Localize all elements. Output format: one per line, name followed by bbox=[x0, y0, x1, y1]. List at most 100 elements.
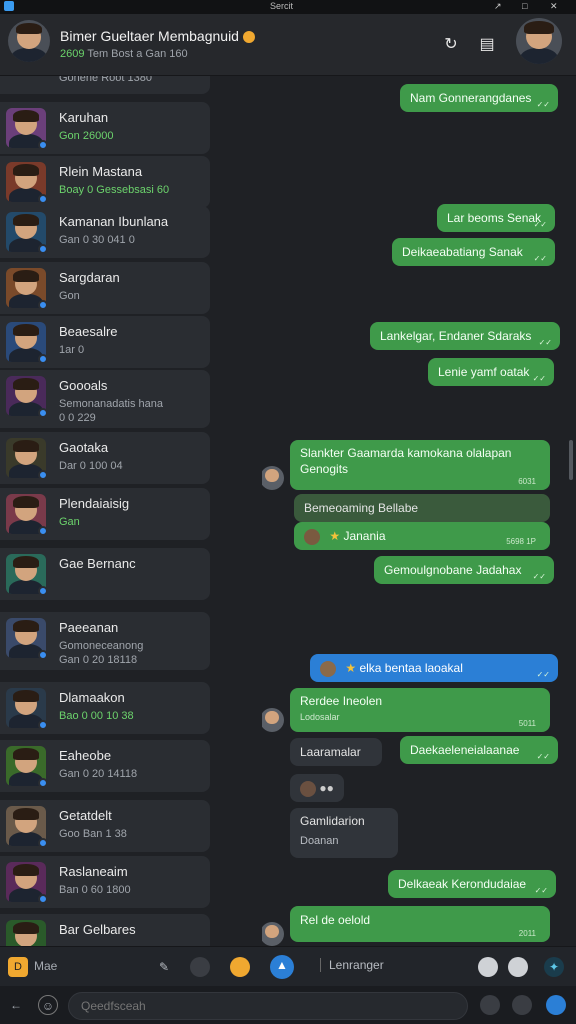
avatar[interactable] bbox=[262, 466, 284, 490]
verified-icon bbox=[38, 526, 48, 536]
list-item[interactable]: Rlein Mastana Boay 0 Gessebsasi 60 bbox=[0, 156, 210, 208]
list-item[interactable]: Eaheobe Gan 0 20 14118 bbox=[0, 740, 210, 792]
contact-preview: Gan 0 30 041 0 bbox=[59, 234, 135, 246]
verified-icon bbox=[38, 408, 48, 418]
contact-preview: Boay 0 Gessebsasi 60 bbox=[59, 184, 170, 196]
contact-preview: Gomoneceanong bbox=[59, 640, 144, 652]
contact-name: Kamanan Ibunlana bbox=[59, 214, 169, 229]
read-tick-icon: ✓✓ bbox=[532, 572, 546, 581]
avatar[interactable] bbox=[262, 708, 284, 732]
contact-name: Eaheobe bbox=[59, 748, 112, 763]
message-bubble[interactable]: Rel de oelold 2011 bbox=[290, 906, 550, 942]
status-title: Sercit bbox=[270, 1, 294, 11]
list-item[interactable]: Dlamaakon Bao 0 00 10 38 bbox=[0, 682, 210, 734]
verified-icon bbox=[38, 300, 48, 310]
list-item[interactable]: Raslaneaim Ban 0 60 1800 bbox=[0, 856, 210, 908]
settings-icon[interactable] bbox=[508, 957, 528, 977]
camera-icon[interactable] bbox=[190, 957, 210, 977]
message-bubble[interactable]: Gemoulgnobane Jadahax ✓✓ bbox=[374, 556, 554, 584]
contact-name: Raslaneaim bbox=[59, 864, 128, 879]
bottom-bar: ← ☺ bbox=[0, 986, 576, 1024]
contact-preview: Ban 0 60 1800 bbox=[59, 884, 131, 896]
list-item[interactable]: Bar Gelbares bbox=[0, 914, 210, 946]
message-bubble[interactable]: Lar beoms Senak ✓✓ bbox=[437, 204, 555, 232]
composer-toolbar: D Mae ✎ ▲ Lenranger ✦ bbox=[0, 946, 576, 986]
contact-name: Gae Bernanc bbox=[59, 556, 136, 571]
message-bubble[interactable]: Slankter Gaamarda kamokana olalapan Geno… bbox=[290, 440, 550, 490]
message-bubble[interactable]: Rerdee Ineolen Lodosalar 5011 bbox=[290, 688, 550, 732]
composer-label: Mae bbox=[34, 959, 58, 973]
bookmark-icon[interactable]: ▤ bbox=[478, 36, 496, 54]
list-item[interactable]: Plendaiaisig Gan bbox=[0, 488, 210, 540]
list-item[interactable]: Gae Bernanc bbox=[0, 548, 210, 600]
reply-quote[interactable]: Bemeoaming Bellabe bbox=[294, 494, 550, 522]
paw-icon: ●● bbox=[319, 781, 334, 795]
close-icon[interactable]: ✕ bbox=[550, 1, 558, 12]
message-bubble[interactable]: Laaramalar bbox=[290, 738, 382, 766]
message-bubble[interactable]: Nam Gonnerangdanes ✓✓ bbox=[400, 84, 558, 112]
message-bubble[interactable]: Daekaeleneialaanae ✓✓ bbox=[400, 736, 558, 764]
contact-preview: Semonanadatis hana bbox=[59, 398, 163, 410]
list-item[interactable]: Karuhan Gon 26000 bbox=[0, 102, 210, 154]
message-bubble[interactable]: Lenie yamf oatak ✓✓ bbox=[428, 358, 554, 386]
list-item[interactable]: Goooals Semonanadatis hana 0 0 229 bbox=[0, 370, 210, 428]
contact-preview-2: Gan 0 20 18118 bbox=[59, 654, 138, 666]
search-field[interactable]: Lenranger bbox=[320, 958, 384, 972]
attach-icon[interactable] bbox=[480, 995, 500, 1015]
message-bubble[interactable]: ★ Janania 5698 1P bbox=[294, 522, 550, 550]
list-item[interactable]: Beaesalre 1ar 0 bbox=[0, 316, 210, 368]
read-tick-icon: ✓✓ bbox=[533, 220, 547, 229]
spark-icon[interactable]: ✦ bbox=[544, 957, 564, 977]
read-tick-icon: ✓✓ bbox=[536, 752, 550, 761]
avatar[interactable] bbox=[8, 20, 50, 62]
list-item[interactable]: Getatdelt Goo Ban 1 38 bbox=[0, 800, 210, 852]
contact-name: Bar Gelbares bbox=[59, 922, 136, 937]
chat-subtitle: 2609 Tem Bost a Gan 160 bbox=[60, 48, 188, 60]
list-item[interactable]: Gonene Root 1380 bbox=[0, 76, 210, 94]
emoji-icon[interactable] bbox=[230, 957, 250, 977]
verified-icon bbox=[38, 470, 48, 480]
list-item[interactable]: Kamanan Ibunlana Gan 0 30 041 0 bbox=[0, 206, 210, 258]
message-bubble[interactable]: ★ elka bentaa laoakal ✓✓ bbox=[310, 654, 558, 682]
app-icon bbox=[4, 1, 14, 11]
message-bubble[interactable]: Deikaeabatiang Sanak ✓✓ bbox=[392, 238, 555, 266]
avatar bbox=[300, 780, 316, 797]
send-icon[interactable]: ▲ bbox=[270, 955, 294, 979]
mic-icon[interactable] bbox=[478, 957, 498, 977]
verified-icon bbox=[38, 894, 48, 904]
reaction-bubble[interactable]: ●● bbox=[290, 774, 344, 802]
back-icon[interactable]: ← bbox=[6, 995, 26, 1015]
message-bubble[interactable]: Delkaeak Kerondudaiae ✓✓ bbox=[388, 870, 556, 898]
verified-icon bbox=[38, 586, 48, 596]
read-tick-icon: ✓✓ bbox=[536, 670, 550, 679]
message-bubble[interactable]: Gamlidarion Doanan bbox=[290, 808, 398, 858]
contact-name: Sargdaran bbox=[59, 270, 120, 285]
contact-name: Dlamaakon bbox=[59, 690, 125, 705]
message-input[interactable] bbox=[68, 992, 468, 1020]
message-bubble[interactable]: Lankelgar, Endaner Sdaraks ✓✓ bbox=[370, 322, 560, 350]
send-button[interactable] bbox=[546, 995, 566, 1015]
list-item[interactable]: Gaotaka Dar 0 100 04 bbox=[0, 432, 210, 484]
list-item[interactable]: Paeeanan Gomoneceanong Gan 0 20 18118 bbox=[0, 612, 210, 670]
contact-name: Getatdelt bbox=[59, 808, 112, 823]
profile-avatar[interactable] bbox=[516, 18, 562, 64]
emoji-picker-icon[interactable]: ☺ bbox=[38, 995, 58, 1015]
app-badge-icon[interactable]: D bbox=[8, 957, 28, 977]
contact-preview: Gan bbox=[59, 516, 80, 528]
read-tick-icon: ✓✓ bbox=[532, 374, 546, 383]
verified-icon bbox=[38, 244, 48, 254]
signal-icon: ↗ bbox=[494, 1, 502, 11]
more-icon[interactable] bbox=[512, 995, 532, 1015]
contact-name: Plendaiaisig bbox=[59, 496, 130, 511]
scrollbar[interactable] bbox=[569, 440, 573, 480]
avatar bbox=[304, 528, 320, 545]
pen-icon[interactable]: ✎ bbox=[154, 957, 174, 977]
contact-preview: Gan 0 20 14118 bbox=[59, 768, 138, 780]
refresh-icon[interactable]: ↻ bbox=[442, 36, 460, 54]
avatar[interactable] bbox=[262, 922, 284, 946]
list-item[interactable]: Sargdaran Gon bbox=[0, 262, 210, 314]
contact-preview: Gon bbox=[59, 290, 80, 302]
contact-preview: Bao 0 00 10 38 bbox=[59, 710, 134, 722]
contact-preview: Goo Ban 1 38 bbox=[59, 828, 127, 840]
chat-header: Bimer Gueltaer Membagnuid 2609 Tem Bost … bbox=[0, 14, 576, 76]
